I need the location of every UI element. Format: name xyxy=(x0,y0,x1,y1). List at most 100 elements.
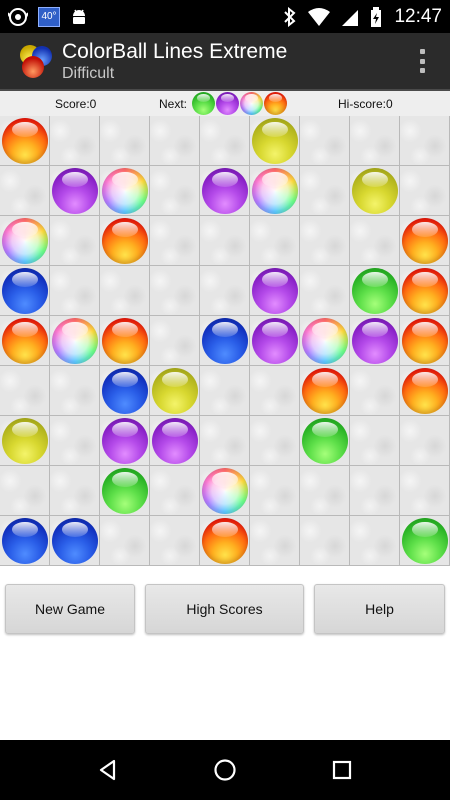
board-cell[interactable] xyxy=(250,366,300,416)
board-cell[interactable] xyxy=(350,266,400,316)
board-cell[interactable] xyxy=(100,466,150,516)
rainbow-ball[interactable] xyxy=(102,168,148,214)
board-cell[interactable] xyxy=(0,266,50,316)
overflow-menu-icon[interactable] xyxy=(416,46,428,76)
blue-ball[interactable] xyxy=(2,268,48,314)
red-ball[interactable] xyxy=(402,318,448,364)
board-cell[interactable] xyxy=(200,416,250,466)
red-ball[interactable] xyxy=(402,368,448,414)
board-cell[interactable] xyxy=(200,516,250,566)
board-cell[interactable] xyxy=(50,116,100,166)
board-cell[interactable] xyxy=(300,216,350,266)
board-cell[interactable] xyxy=(250,416,300,466)
board-cell[interactable] xyxy=(350,416,400,466)
high-scores-button[interactable]: High Scores xyxy=(145,584,304,634)
board-cell[interactable] xyxy=(0,316,50,366)
board-cell[interactable] xyxy=(100,116,150,166)
board-cell[interactable] xyxy=(200,366,250,416)
board-cell[interactable] xyxy=(50,266,100,316)
red-ball[interactable] xyxy=(102,318,148,364)
board-cell[interactable] xyxy=(400,366,450,416)
board-cell[interactable] xyxy=(0,366,50,416)
board-cell[interactable] xyxy=(100,316,150,366)
board-cell[interactable] xyxy=(400,266,450,316)
home-icon[interactable] xyxy=(205,750,245,790)
board-cell[interactable] xyxy=(50,166,100,216)
board-cell[interactable] xyxy=(200,266,250,316)
board-cell[interactable] xyxy=(0,416,50,466)
board-cell[interactable] xyxy=(300,116,350,166)
board-cell[interactable] xyxy=(400,216,450,266)
board-cell[interactable] xyxy=(0,116,50,166)
green-ball[interactable] xyxy=(402,518,448,564)
board-cell[interactable] xyxy=(400,416,450,466)
yellow-ball[interactable] xyxy=(352,168,398,214)
rainbow-ball[interactable] xyxy=(202,468,248,514)
board-cell[interactable] xyxy=(200,466,250,516)
rainbow-ball[interactable] xyxy=(252,168,298,214)
purple-ball[interactable] xyxy=(202,168,248,214)
board-cell[interactable] xyxy=(200,316,250,366)
help-button[interactable]: Help xyxy=(314,584,445,634)
board-cell[interactable] xyxy=(300,266,350,316)
board-cell[interactable] xyxy=(250,266,300,316)
blue-ball[interactable] xyxy=(52,518,98,564)
board-cell[interactable] xyxy=(300,316,350,366)
back-icon[interactable] xyxy=(88,750,128,790)
purple-ball[interactable] xyxy=(252,268,298,314)
board-cell[interactable] xyxy=(350,516,400,566)
board-cell[interactable] xyxy=(150,366,200,416)
blue-ball[interactable] xyxy=(202,318,248,364)
board-cell[interactable] xyxy=(50,366,100,416)
yellow-ball[interactable] xyxy=(152,368,198,414)
board-cell[interactable] xyxy=(350,216,400,266)
rainbow-ball[interactable] xyxy=(2,218,48,264)
board-cell[interactable] xyxy=(0,216,50,266)
board-cell[interactable] xyxy=(300,366,350,416)
board-cell[interactable] xyxy=(0,166,50,216)
board-cell[interactable] xyxy=(100,216,150,266)
board-cell[interactable] xyxy=(400,466,450,516)
board-cell[interactable] xyxy=(0,466,50,516)
green-ball[interactable] xyxy=(102,468,148,514)
board-cell[interactable] xyxy=(150,316,200,366)
board-cell[interactable] xyxy=(300,466,350,516)
board-cell[interactable] xyxy=(100,366,150,416)
blue-ball[interactable] xyxy=(2,518,48,564)
red-ball[interactable] xyxy=(302,368,348,414)
board-cell[interactable] xyxy=(100,166,150,216)
yellow-ball[interactable] xyxy=(252,118,298,164)
purple-ball[interactable] xyxy=(52,168,98,214)
green-ball[interactable] xyxy=(352,268,398,314)
game-board[interactable] xyxy=(0,116,450,566)
board-cell[interactable] xyxy=(50,466,100,516)
yellow-ball[interactable] xyxy=(2,418,48,464)
board-cell[interactable] xyxy=(100,416,150,466)
board-cell[interactable] xyxy=(50,416,100,466)
board-cell[interactable] xyxy=(150,516,200,566)
purple-ball[interactable] xyxy=(152,418,198,464)
board-cell[interactable] xyxy=(200,116,250,166)
board-cell[interactable] xyxy=(150,266,200,316)
board-cell[interactable] xyxy=(150,466,200,516)
board-cell[interactable] xyxy=(400,116,450,166)
green-ball[interactable] xyxy=(302,418,348,464)
purple-ball[interactable] xyxy=(352,318,398,364)
board-cell[interactable] xyxy=(250,316,300,366)
board-cell[interactable] xyxy=(100,516,150,566)
board-cell[interactable] xyxy=(0,516,50,566)
board-cell[interactable] xyxy=(250,166,300,216)
red-ball[interactable] xyxy=(2,318,48,364)
red-ball[interactable] xyxy=(2,118,48,164)
board-cell[interactable] xyxy=(50,316,100,366)
purple-ball[interactable] xyxy=(102,418,148,464)
board-cell[interactable] xyxy=(250,466,300,516)
board-cell[interactable] xyxy=(300,416,350,466)
board-cell[interactable] xyxy=(300,516,350,566)
recents-icon[interactable] xyxy=(322,750,362,790)
board-cell[interactable] xyxy=(350,116,400,166)
red-ball[interactable] xyxy=(102,218,148,264)
board-cell[interactable] xyxy=(150,416,200,466)
red-ball[interactable] xyxy=(202,518,248,564)
red-ball[interactable] xyxy=(402,218,448,264)
